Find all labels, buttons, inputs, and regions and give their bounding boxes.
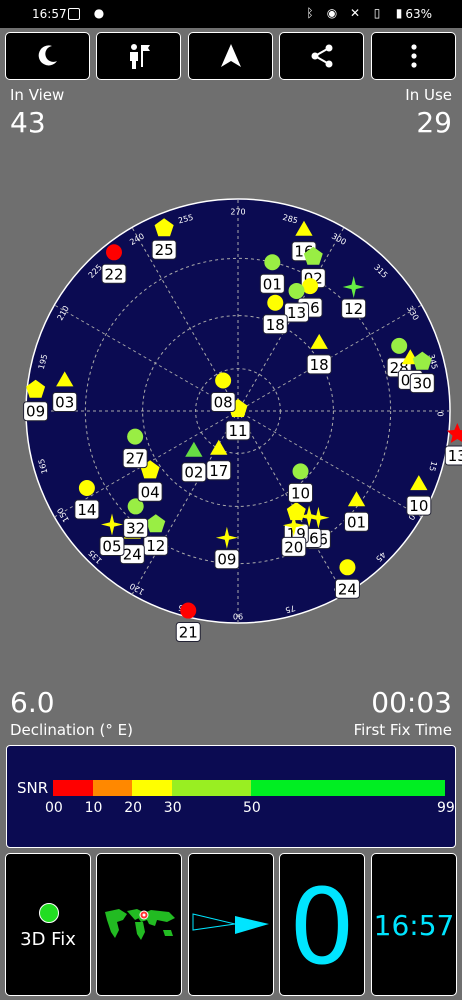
snr-label: SNR (17, 779, 49, 797)
snr-tick-label: 30 (163, 800, 182, 816)
compass-arrow-icon (192, 913, 269, 934)
satellite-id: 18 (310, 356, 329, 374)
azimuth-label: 0 (435, 411, 444, 416)
satellite-id: 21 (179, 624, 198, 642)
satellite-id: 30 (413, 375, 432, 393)
mark-position-button[interactable] (96, 32, 181, 80)
battery-percent: 63% (405, 7, 432, 21)
fix-status-label: 3D Fix (20, 929, 76, 950)
navigate-button[interactable] (188, 32, 273, 80)
app-notification-icon: ● (93, 6, 105, 20)
satellite-id: 18 (266, 316, 285, 334)
satellite-id: 10 (409, 497, 428, 515)
status-time: 16:57 (32, 7, 67, 21)
satellite-id: 13 (448, 447, 462, 465)
satellite-id: 12 (344, 300, 363, 318)
satellite-id: 09 (26, 403, 45, 421)
satellite-marker (127, 428, 144, 445)
bluetooth-icon: ᛒ (306, 6, 314, 20)
satellite-id: 20 (284, 538, 303, 556)
person-flag-icon (129, 44, 150, 69)
first-fix-value: 00:03 (371, 686, 452, 719)
satellite-id: 11 (228, 422, 247, 440)
satellite-id: 03 (55, 393, 74, 411)
snr-tick-label: 50 (242, 800, 261, 816)
satellite-marker (264, 254, 281, 271)
snr-legend: SNR 00 10 20 30 50 99 (6, 745, 456, 848)
more-vert-icon (410, 44, 417, 68)
snr-tick-label: 20 (124, 800, 143, 816)
night-mode-button[interactable] (5, 32, 90, 80)
satellite-id: 02 (184, 464, 203, 482)
snr-tick-label: 10 (84, 800, 103, 816)
clock-value: 16:57 (373, 909, 455, 942)
in-view-count: 43 (10, 106, 46, 139)
satellite-marker (106, 244, 123, 261)
more-options-button[interactable] (371, 32, 456, 80)
satellite-id: 27 (126, 450, 145, 468)
fix-indicator-icon (39, 903, 59, 923)
satellite-id: 04 (141, 483, 160, 501)
image-notification-icon (68, 8, 80, 20)
battery-icon: ▮ (395, 6, 403, 20)
satellite-marker (267, 294, 284, 311)
satellite-id: 05 (102, 537, 121, 555)
satellite-id: 10 (291, 484, 310, 502)
snr-segment (171, 780, 251, 796)
world-map-tile[interactable] (96, 853, 182, 996)
satellite-id: 24 (338, 580, 357, 598)
satellite-id: 17 (209, 462, 228, 480)
satellite-id: 25 (155, 241, 174, 259)
satellite-marker (288, 282, 305, 299)
satellite-marker (78, 479, 95, 496)
azimuth-label: 90 (233, 611, 243, 620)
in-view-label: In View (10, 86, 65, 104)
clock-tile[interactable]: 16:57 (371, 853, 457, 996)
azimuth-label: 270 (230, 208, 245, 217)
satellite-id: 14 (77, 501, 96, 519)
mute-icon: ✕ (349, 6, 361, 20)
location-icon: ◉ (326, 6, 338, 20)
snr-color-bar (53, 780, 445, 796)
satellite-id: 09 (217, 551, 236, 569)
snr-segment (132, 780, 172, 796)
satellite-marker (391, 337, 408, 354)
satellite-id: 24 (123, 546, 142, 564)
satellite-id: 01 (347, 513, 366, 531)
share-button[interactable] (279, 32, 364, 80)
satellite-marker (339, 559, 356, 576)
satellite-id: 12 (146, 537, 165, 555)
snr-segment (53, 780, 93, 796)
world-map-icon (103, 908, 175, 942)
in-use-label: In Use (405, 86, 452, 104)
snr-segment (92, 780, 133, 796)
snr-segment (250, 780, 445, 796)
satellite-id: 13 (287, 304, 306, 322)
share-icon (311, 44, 332, 68)
speed-tile[interactable]: 0 (279, 853, 365, 996)
satellite-id: 01 (263, 275, 282, 293)
satellite-marker (215, 372, 232, 389)
status-bar: 16:57 ● ᛒ ◉ ✕ ▯ ▮ 63% (0, 0, 462, 28)
no-sim-icon: ▯ (373, 6, 381, 20)
fix-status-tile[interactable]: 3D Fix (5, 853, 91, 996)
moon-icon (38, 45, 57, 66)
declination-label: Declination (° E) (10, 721, 134, 739)
speed-value: 0 (288, 866, 356, 988)
satellite-id: 32 (126, 519, 145, 537)
navigation-arrow-icon (220, 44, 241, 67)
first-fix-label: First Fix Time (353, 721, 452, 739)
satellite-id: 08 (214, 394, 233, 412)
snr-tick-label: 99 (437, 800, 455, 816)
snr-tick-label: 00 (45, 800, 63, 816)
satellite-marker (292, 463, 309, 480)
satellite-id: 22 (104, 265, 123, 283)
compass-tile[interactable] (188, 853, 274, 996)
sky-view[interactable]: 0153045607590105120135150165180195210225… (0, 180, 462, 655)
satellite-marker (180, 602, 197, 619)
in-use-count: 29 (416, 106, 452, 139)
declination-value: 6.0 (10, 686, 55, 719)
